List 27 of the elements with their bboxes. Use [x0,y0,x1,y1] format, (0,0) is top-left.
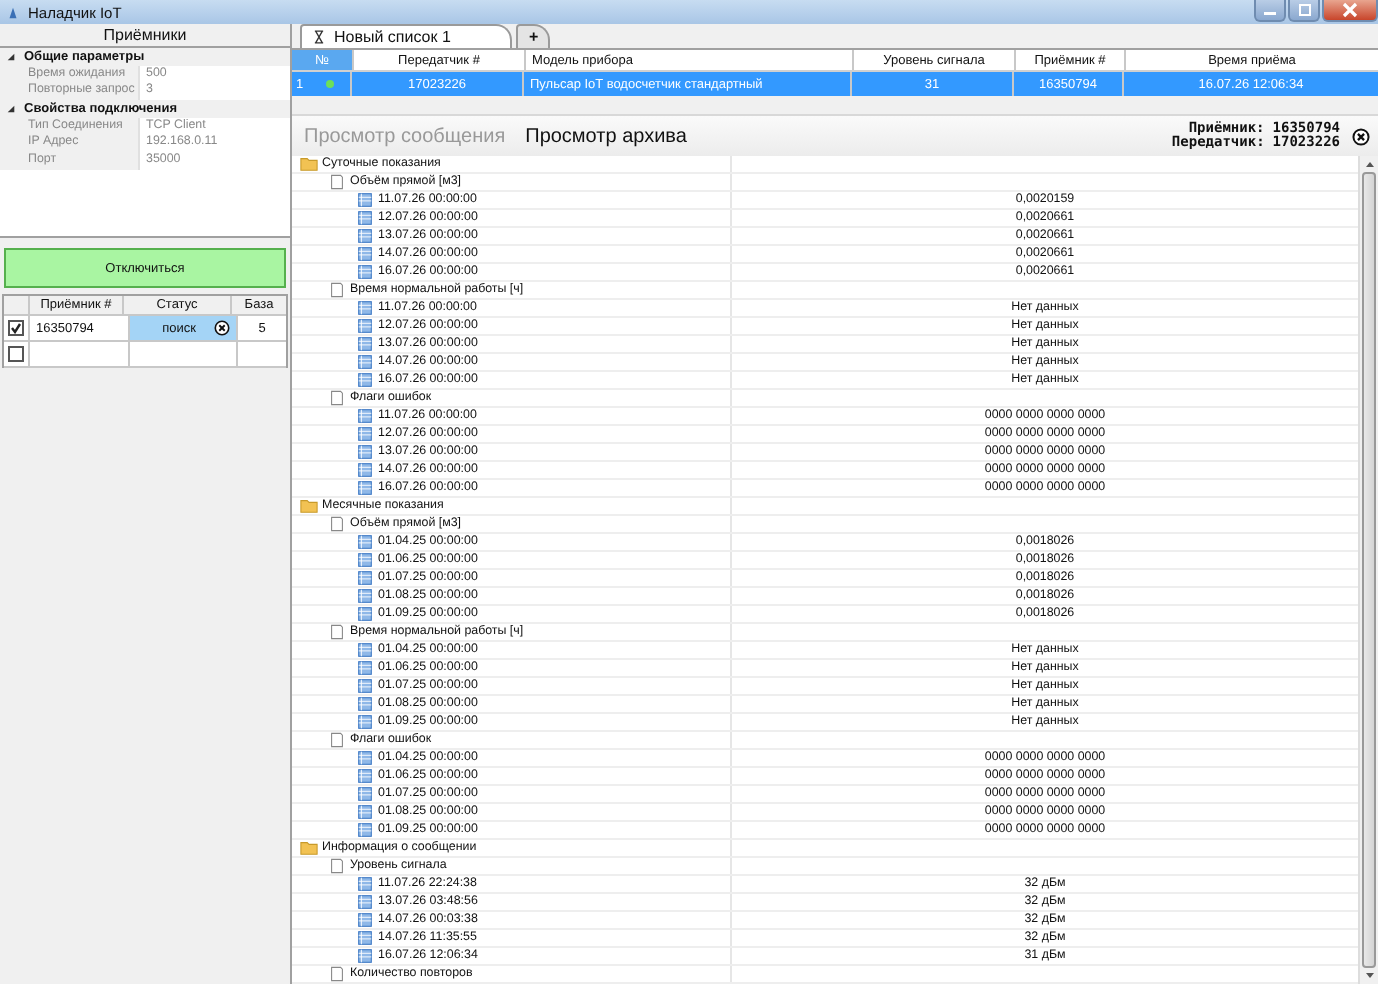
collapse-icon[interactable] [6,103,16,114]
document-icon [328,624,346,640]
document-icon [328,282,346,298]
app-icon [6,5,20,19]
minimize-button[interactable] [1254,0,1286,22]
collapse-icon[interactable] [6,51,16,62]
document-icon [328,516,346,532]
tab[interactable]: Новый список 1 [300,24,513,48]
scroll-up-icon[interactable] [1363,160,1375,168]
folder-icon [300,840,318,856]
tab[interactable]: + [516,24,551,48]
checkbox[interactable] [8,346,24,362]
maximize-button[interactable] [1288,0,1320,22]
checkbox[interactable] [8,320,24,336]
view-tab[interactable]: Просмотр архива [525,125,687,147]
close-icon[interactable] [1352,127,1370,145]
document-icon [328,174,346,190]
document-icon [328,732,346,748]
folder-icon [300,498,318,514]
close-button[interactable] [1322,0,1378,22]
close-icon [1340,2,1360,18]
hourglass-icon [314,30,324,44]
maximize-icon [1294,4,1314,16]
document-icon [328,858,346,874]
close-icon[interactable] [214,320,230,336]
scroll-down-icon[interactable] [1363,972,1375,980]
document-icon [328,390,346,406]
